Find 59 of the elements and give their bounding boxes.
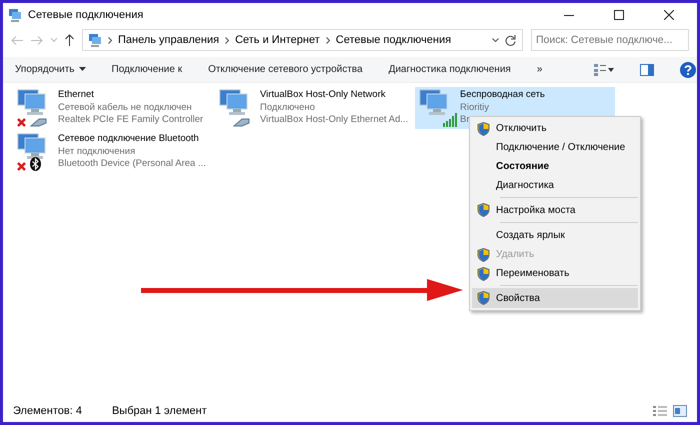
adapter-tile[interactable]: Ethernet Сетевой кабель не подключен Realtek PCIe FE Family Controller [13,87,215,129]
window-icon [9,8,22,22]
search-field[interactable]: Поиск: Сетевые подключе... [531,29,689,51]
menu-item[interactable]: Состояние [496,159,550,174]
caret-icon[interactable] [492,38,499,42]
toolbar-button[interactable]: Упорядочить [15,62,86,77]
item-count: Элементов: 4 [13,404,82,419]
adapter-status: Rioritiy [460,102,490,114]
toolbar-button[interactable]: » [536,62,542,77]
adapter-status: Сетевой кабель не подключен [58,102,193,114]
chevron-icon [108,36,112,44]
disconnected-icon [17,162,26,171]
network-icon [219,89,248,116]
network-icon [419,89,448,116]
up-icon[interactable] [65,34,74,46]
adapter-tile[interactable]: VirtualBox Host-Only Network Подключено VirtualBox Host-Only Ethernet Ad... [215,87,415,129]
help-icon[interactable] [680,62,696,78]
bluetooth-icon [30,157,41,171]
close-icon[interactable] [664,10,674,20]
network-icon [17,89,46,116]
chevron-icon [225,36,230,44]
adapter-device: Bluetooth Device (Personal Area ... [58,158,206,170]
menu-item[interactable]: Свойства [496,290,540,306]
adapter-device: Br [460,114,470,126]
breadcrumb[interactable]: Сетевые подключения [336,32,452,48]
adapter-name: Беспроводная сеть [460,89,545,102]
location-icon [89,34,102,46]
refresh-icon[interactable] [505,34,516,46]
maximize-icon[interactable] [614,10,624,20]
adapter-name: Сетевое подключение Bluetooth [58,133,200,146]
menu-item[interactable]: Переименовать [496,266,570,281]
adapter-tile[interactable]: Сетевое подключение Bluetooth Нет подключения Bluetooth Device (Personal Area ... [13,131,215,173]
tiles-view-icon[interactable] [673,405,687,417]
adapter-name: VirtualBox Host-Only Network [260,89,386,102]
menu-item[interactable]: Подключение / Отключение [496,140,626,155]
toolbar-button[interactable]: Диагностика подключения [388,62,511,77]
breadcrumb[interactable]: Панель управления [118,32,220,48]
adapter-status: Нет подключения [58,146,136,158]
adapter-device: Realtek PCIe FE Family Controller [58,114,204,126]
caret-icon [78,67,86,72]
menu-item[interactable]: Создать ярлык [496,228,565,242]
window-title: Сетевые подключения [28,8,144,23]
preview-pane-icon[interactable] [640,64,654,76]
adapter-status: Подключено [260,102,316,114]
adapter-name: Ethernet [58,89,95,102]
breadcrumb[interactable]: Сеть и Интернет [235,32,320,48]
details-view-icon[interactable] [653,405,667,417]
minimize-icon[interactable] [564,14,574,16]
menu-item[interactable]: Настройка моста [496,202,576,218]
toolbar-button[interactable]: Подключение к [112,62,182,77]
signal-icon [443,113,457,127]
network-icon [17,133,46,160]
disconnected-icon [17,118,26,127]
menu-item[interactable]: Диагностика [496,178,554,193]
selection-count: Выбран 1 элемент [112,404,207,419]
toolbar-button[interactable]: Отключение сетевого устройства [208,62,363,77]
view-options-icon[interactable] [594,64,614,76]
chevron-icon [326,36,330,44]
adapter-device: VirtualBox Host-Only Ethernet Ad... [260,114,408,126]
